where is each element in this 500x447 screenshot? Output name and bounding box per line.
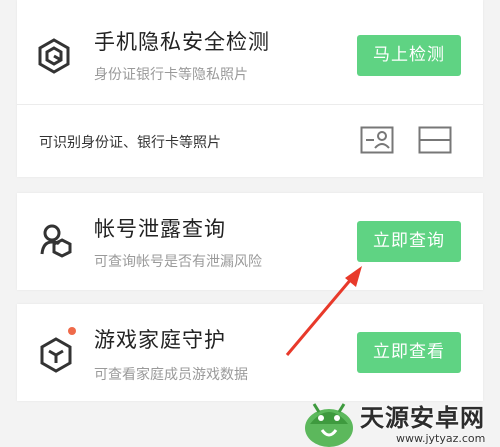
watermark-logo: 天源安卓网 www.jytyaz.com — [298, 392, 500, 447]
game-cube-icon — [40, 337, 72, 373]
privacy-check-title: 手机隐私安全检测 — [94, 30, 270, 54]
family-game-subtitle: 可查看家庭成员游戏数据 — [94, 367, 248, 383]
family-game-button[interactable]: 立即查看 — [357, 332, 461, 373]
account-shield-icon — [40, 224, 72, 258]
family-game-card: 游戏家庭守护 可查看家庭成员游戏数据 立即查看 — [17, 304, 483, 401]
account-leak-button[interactable]: 立即查询 — [357, 221, 461, 262]
account-leak-subtitle: 可查询帐号是否有泄漏风险 — [94, 254, 262, 270]
privacy-check-button[interactable]: 马上检测 — [357, 35, 461, 76]
account-leak-title: 帐号泄露查询 — [94, 217, 226, 241]
android-logo-icon — [305, 403, 353, 447]
id-card-icon[interactable] — [360, 126, 394, 154]
divider — [17, 104, 483, 105]
account-leak-card: 帐号泄露查询 可查询帐号是否有泄漏风险 立即查询 — [17, 193, 483, 290]
shield-hexagon-icon — [38, 38, 70, 74]
privacy-info-text: 可识别身份证、银行卡等照片 — [39, 135, 221, 151]
watermark-title: 天源安卓网 — [360, 404, 485, 432]
family-game-title: 游戏家庭守护 — [94, 328, 226, 352]
notification-dot — [68, 327, 76, 335]
privacy-check-subtitle: 身份证银行卡等隐私照片 — [94, 67, 248, 83]
privacy-check-card: 手机隐私安全检测 身份证银行卡等隐私照片 马上检测 可识别身份证、银行卡等照片 — [17, 0, 483, 177]
watermark-url: www.jytyaz.com — [396, 432, 486, 445]
bank-card-icon[interactable] — [418, 126, 452, 154]
